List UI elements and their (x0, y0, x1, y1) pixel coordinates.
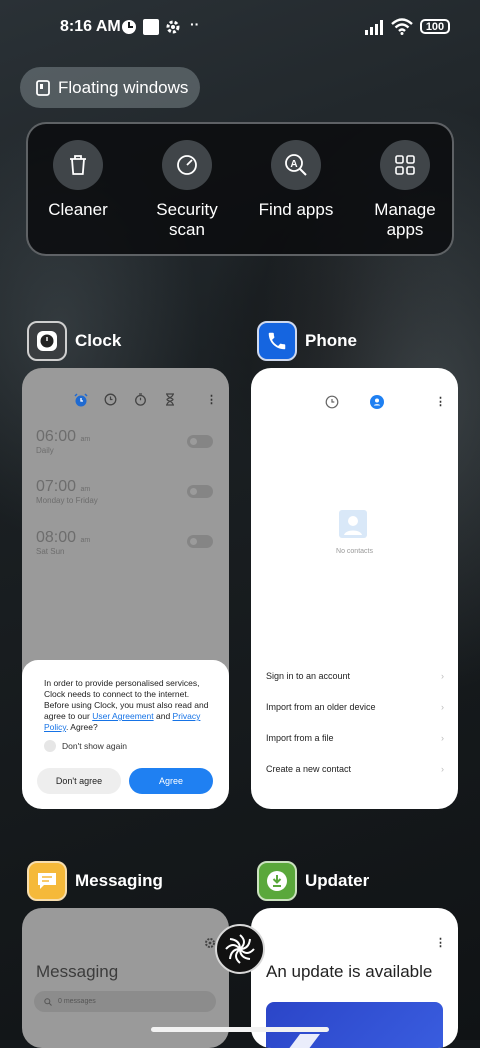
update-banner (266, 1002, 443, 1048)
phone-app-name: Phone (305, 331, 357, 350)
security-scan-button[interactable]: Security scan (137, 140, 237, 240)
empty-contacts-icon (339, 510, 367, 538)
alarm-item[interactable]: 06:00 am Daily (36, 428, 90, 455)
alarm-tab-icon[interactable] (74, 393, 88, 407)
alarm-item[interactable]: 08:00 am Sat Sun (36, 529, 90, 556)
consent-text: In order to provide personalised service… (44, 678, 209, 732)
manage-apps-label: Manage apps (374, 200, 436, 239)
quick-tools-panel: Cleaner Security scan A Find apps Manage… (26, 122, 454, 256)
find-apps-label: Find apps (258, 200, 334, 219)
sign-in-account-row[interactable]: Sign in to an account › (266, 671, 444, 681)
phone-app-icon (257, 321, 297, 361)
floating-windows-label: Floating windows (58, 77, 189, 97)
updater-more-icon[interactable]: ⋮ (435, 936, 446, 949)
status-time: 8:16 AM (60, 18, 121, 35)
checkbox-icon (44, 740, 56, 752)
search-icon (44, 997, 52, 1006)
consent-dialog: In order to provide personalised service… (22, 660, 229, 809)
import-older-device-row[interactable]: Import from an older device › (266, 702, 444, 712)
dont-agree-button[interactable]: Don't agree (37, 768, 121, 794)
security-scan-icon (177, 155, 197, 175)
more-notifications-icon: ·· (190, 16, 200, 32)
user-agreement-link[interactable]: User Agreement (92, 711, 153, 721)
chevron-right-icon: › (441, 764, 444, 774)
clock-app-card[interactable]: ⋮ 06:00 am Daily 07:00 am Monday to Frid… (22, 368, 229, 809)
create-contact-row[interactable]: Create a new contact › (266, 764, 444, 774)
shutter-icon (225, 934, 255, 964)
floating-window-icon (36, 79, 50, 96)
chevron-right-icon: › (441, 733, 444, 743)
app-notification-icon (122, 20, 136, 34)
status-bar: 8:16 AM ·· 100 (0, 0, 480, 56)
clock-app-header[interactable]: Clock (27, 321, 121, 361)
import-file-row[interactable]: Import from a file › (266, 733, 444, 743)
floating-assistant-button[interactable] (215, 924, 265, 974)
updater-app-header[interactable]: Updater (257, 861, 369, 901)
floating-windows-button[interactable]: Floating windows (20, 67, 200, 108)
find-apps-button[interactable]: A Find apps (246, 140, 346, 220)
contacts-tab-icon[interactable] (370, 395, 384, 409)
phone-more-icon[interactable]: ⋮ (435, 395, 446, 408)
dont-show-again-checkbox[interactable]: Don't show again (44, 740, 127, 752)
agree-button[interactable]: Agree (129, 768, 213, 794)
alarm-toggle[interactable] (187, 535, 213, 548)
chevron-right-icon: › (441, 702, 444, 712)
clock-more-icon[interactable]: ⋮ (206, 393, 217, 406)
settings-notification-icon (166, 20, 180, 34)
recents-tab-icon[interactable] (325, 395, 339, 409)
no-contacts-text: No contacts (336, 548, 373, 555)
clock-app-name: Clock (75, 331, 122, 350)
gesture-home-bar[interactable] (151, 1027, 329, 1032)
wifi-icon (391, 18, 413, 35)
cleaner-label: Cleaner (48, 200, 108, 219)
alarm-toggle[interactable] (187, 435, 213, 448)
security-scan-label: Security scan (156, 200, 218, 239)
timer-tab-icon[interactable] (164, 393, 176, 406)
trash-icon (70, 155, 86, 175)
manage-apps-button[interactable]: Manage apps (355, 140, 455, 240)
square-notification-icon (143, 19, 159, 35)
cleaner-button[interactable]: Cleaner (28, 140, 128, 220)
messaging-search-input[interactable]: 0 messages (34, 991, 216, 1012)
battery-indicator: 100 (420, 19, 450, 34)
phone-app-card[interactable]: ⋮ No contacts Sign in to an account › Imp… (251, 368, 458, 809)
world-clock-tab-icon[interactable] (104, 393, 117, 406)
signal-icon (365, 20, 383, 35)
find-apps-icon: A (285, 154, 307, 176)
updater-app-icon (257, 861, 297, 901)
updater-app-name: Updater (305, 871, 370, 890)
update-graphic-icon (289, 1034, 320, 1048)
messaging-app-header[interactable]: Messaging (27, 861, 163, 901)
alarm-toggle[interactable] (187, 485, 213, 498)
alarm-item[interactable]: 07:00 am Monday to Friday (36, 478, 98, 505)
clock-app-icon (27, 321, 67, 361)
update-available-title: An update is available (266, 962, 433, 981)
messaging-app-icon (27, 861, 67, 901)
chevron-right-icon: › (441, 671, 444, 681)
messaging-app-name: Messaging (75, 871, 163, 890)
svg-text:A: A (290, 159, 297, 170)
stopwatch-tab-icon[interactable] (134, 393, 147, 406)
grid-icon (395, 155, 415, 175)
messaging-title: Messaging (36, 962, 119, 981)
phone-app-header[interactable]: Phone (257, 321, 357, 361)
